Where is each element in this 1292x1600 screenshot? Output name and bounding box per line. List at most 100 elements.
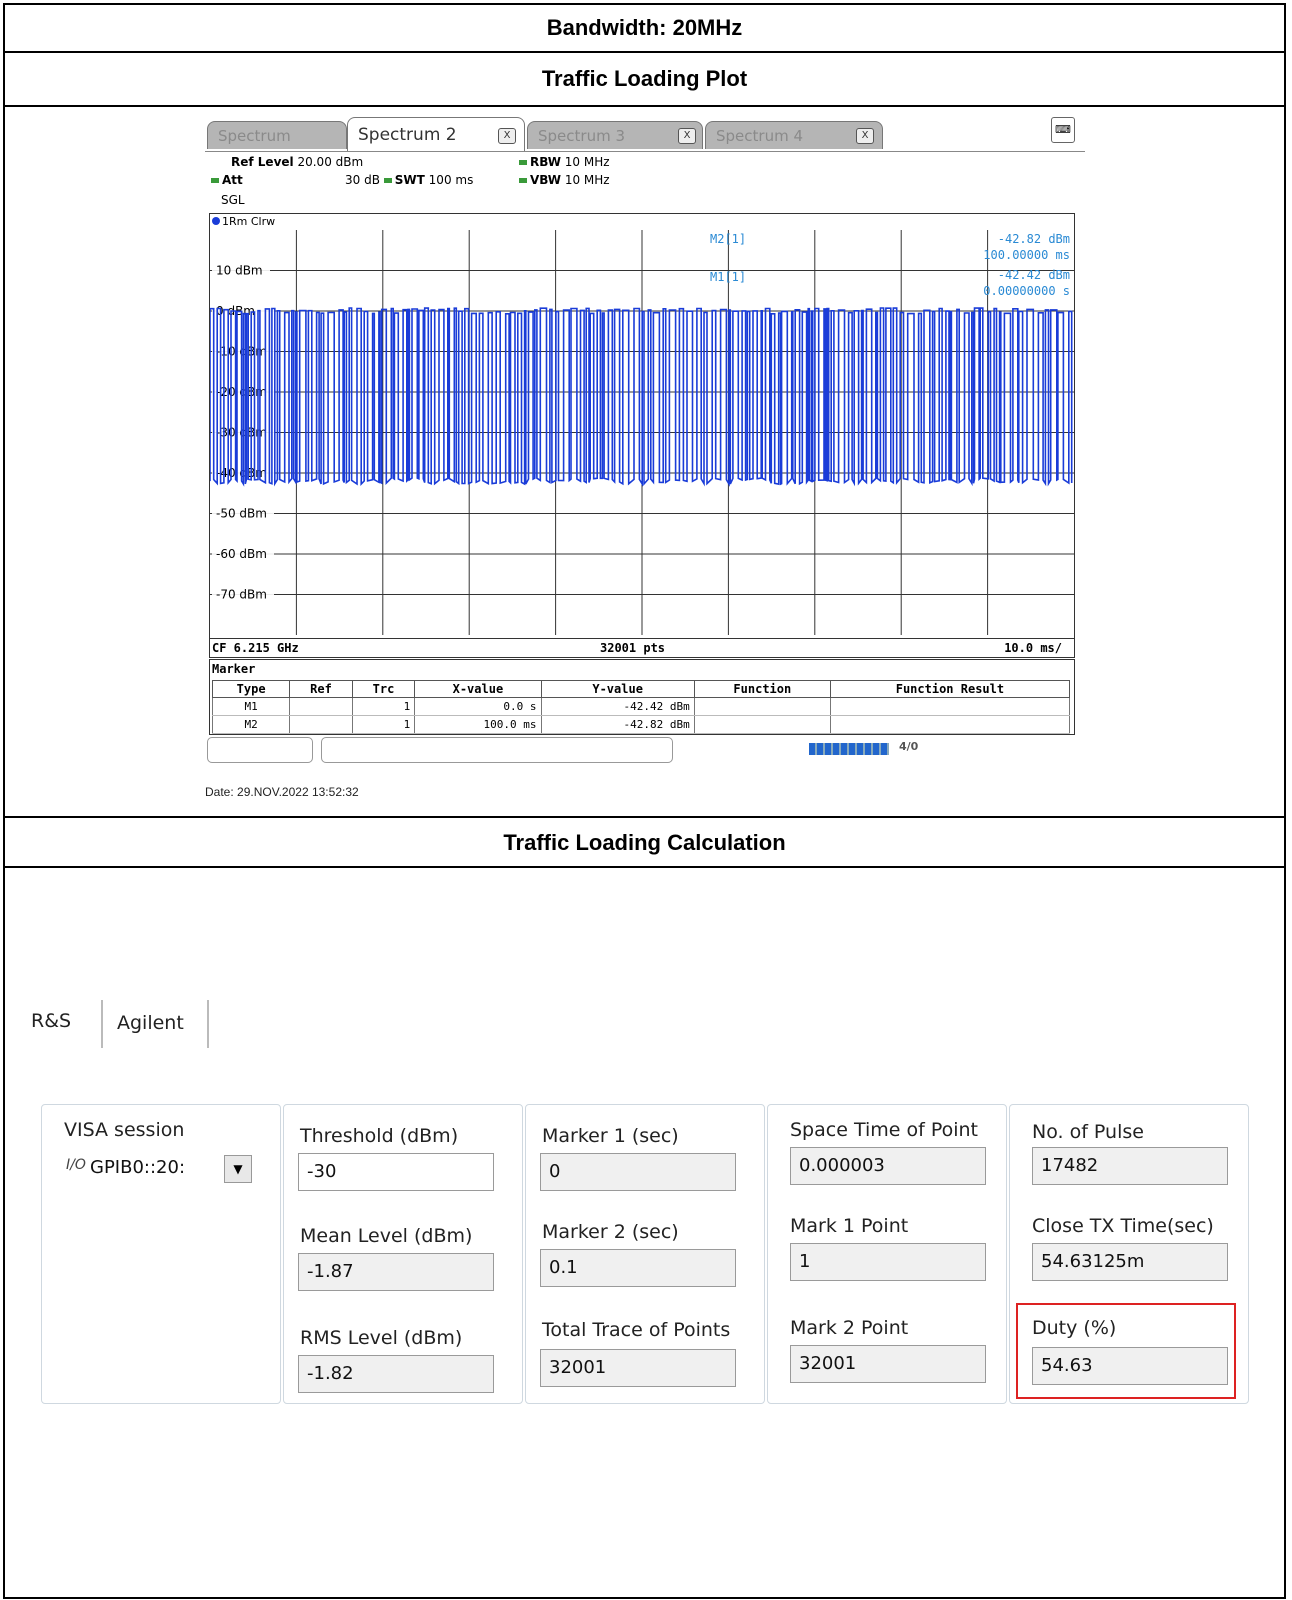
table-row: M1 1 0.0 s -42.42 dBm — [211, 697, 1071, 716]
trace-label: 1Rm Clrw — [212, 215, 275, 228]
points-panel: Space Time of Point 0.000003 Mark 1 Poin… — [767, 1104, 1007, 1404]
att-value: 30 dB SWT 100 ms — [345, 173, 474, 187]
table-cell: 1 — [351, 715, 416, 734]
trace-chart: 10 dBm0 dBm-10 dBm-20 dBm-30 dBm-40 dBm-… — [210, 230, 1074, 635]
status-field-2 — [321, 737, 673, 763]
y-tick-label: -60 dBm — [216, 547, 267, 561]
mark2-point-field: 32001 — [790, 1345, 986, 1383]
tab-spectrum-3[interactable]: Spectrum 3 X — [527, 121, 703, 149]
ref-level-info: Ref Level 20.00 dBm — [231, 155, 364, 169]
m2-name: M2[1] — [710, 232, 747, 246]
tab-spectrum[interactable]: Spectrum — [207, 121, 347, 149]
tab-agilent[interactable]: Agilent — [117, 1012, 184, 1034]
tab-label: Spectrum 3 — [538, 127, 625, 145]
plot-footer: CF 6.215 GHz 32001 pts 10.0 ms/ — [210, 638, 1074, 657]
rbw-info: RBW 10 MHz — [519, 155, 610, 169]
marker-table-header: Type — [211, 680, 291, 698]
visa-panel: VISA session I/O GPIB0::20: ▼ — [41, 1104, 281, 1404]
m1-name: M1[1] — [710, 270, 747, 284]
measurement-progress-bar — [809, 743, 889, 755]
tab-label: Spectrum 4 — [716, 127, 803, 145]
tab-label: Spectrum 2 — [358, 125, 457, 145]
sgl-indicator: SGL — [221, 193, 245, 207]
total-trace-field: 32001 — [540, 1349, 736, 1387]
marker1-field: 0 — [540, 1153, 736, 1191]
calc-title-header: Traffic Loading Calculation — [5, 816, 1284, 868]
pulse-count-label: No. of Pulse — [1032, 1121, 1144, 1143]
tab-spectrum-4[interactable]: Spectrum 4 X — [705, 121, 883, 149]
visa-session-select[interactable]: I/O GPIB0::20: ▼ — [64, 1151, 256, 1187]
threshold-label: Threshold (dBm) — [300, 1125, 459, 1147]
status-field-1 — [207, 737, 313, 763]
pulse-count-field: 17482 — [1032, 1147, 1228, 1185]
table-cell: 100.0 ms — [414, 715, 542, 734]
close-icon[interactable]: X — [498, 128, 516, 144]
result-panel: No. of Pulse 17482 Close TX Time(sec) 54… — [1009, 1104, 1249, 1404]
marker-table-header: Y-value — [540, 680, 695, 698]
vbw-info: VBW 10 MHz — [519, 173, 610, 187]
duty-field: 54.63 — [1032, 1347, 1228, 1385]
m1-level: -42.42 dBm — [997, 268, 1070, 282]
time-per-div: 10.0 ms/ — [1004, 641, 1062, 655]
marker-table-header: Function Result — [829, 680, 1071, 698]
trace-plot: 1Rm Clrw 10 dBm 0 dBm -10 dBm -20 dBm -30 dB… — [209, 213, 1075, 658]
table-cell — [829, 697, 1071, 716]
close-icon[interactable]: X — [678, 128, 696, 144]
threshold-panel: Threshold (dBm) -30 Mean Level (dBm) -1.… — [283, 1104, 523, 1404]
io-icon: I/O — [66, 1157, 86, 1173]
duty-label: Duty (%) — [1032, 1317, 1117, 1339]
analyzer-tab-bar: Spectrum Spectrum 2 X Spectrum 3 X Spectru… — [205, 115, 1085, 152]
y-tick-label: 10 dBm — [216, 264, 263, 278]
mark1-point-field: 1 — [790, 1243, 986, 1281]
close-icon[interactable]: X — [856, 128, 874, 144]
table-cell: -42.82 dBm — [540, 715, 695, 734]
att-info: Att — [211, 173, 243, 187]
tab-rs[interactable]: R&S — [31, 1010, 71, 1032]
marker-table: Marker Type Ref Trc X-value Y-value Function F… — [209, 659, 1075, 735]
table-cell — [289, 715, 353, 734]
table-cell — [829, 715, 1071, 734]
total-trace-label: Total Trace of Points — [542, 1319, 731, 1341]
tab-divider — [207, 1000, 209, 1048]
m2-time: 100.00000 ms — [983, 248, 1070, 262]
close-tx-label: Close TX Time(sec) — [1032, 1215, 1214, 1237]
table-cell: 1 — [351, 697, 416, 716]
table-cell: M2 — [211, 715, 291, 734]
table-cell: M1 — [211, 697, 291, 716]
m2-level: -42.82 dBm — [997, 232, 1070, 246]
marker-table-title: Marker — [212, 662, 256, 676]
close-tx-field: 54.63125m — [1032, 1243, 1228, 1281]
marker-table-header: Ref — [289, 680, 353, 698]
pulse-trace — [210, 307, 1073, 487]
table-row: M2 1 100.0 ms -42.82 dBm — [211, 715, 1071, 734]
keyboard-icon[interactable]: ⌨ — [1051, 117, 1075, 143]
space-time-field: 0.000003 — [790, 1147, 986, 1185]
spectrum-analyzer-screenshot: Spectrum Spectrum 2 X Spectrum 3 X Spectru… — [205, 115, 1085, 815]
mean-level-label: Mean Level (dBm) — [300, 1225, 473, 1247]
marker2-label: Marker 2 (sec) — [542, 1221, 679, 1243]
mean-level-field: -1.87 — [298, 1253, 494, 1291]
threshold-input[interactable]: -30 — [298, 1153, 494, 1191]
space-time-label: Space Time of Point — [790, 1119, 979, 1141]
marker2-field: 0.1 — [540, 1249, 736, 1287]
mark2-point-label: Mark 2 Point — [790, 1317, 909, 1339]
chevron-down-icon[interactable]: ▼ — [224, 1155, 252, 1183]
tab-divider — [101, 1000, 103, 1048]
mark1-point-label: Mark 1 Point — [790, 1215, 909, 1237]
rms-level-label: RMS Level (dBm) — [300, 1327, 463, 1349]
traffic-loading-calculator: R&S Agilent VISA session I/O GPIB0::20: … — [5, 870, 1285, 1600]
table-cell: 0.0 s — [414, 697, 542, 716]
marker1-label: Marker 1 (sec) — [542, 1125, 679, 1147]
report-table: Bandwidth: 20MHz Traffic Loading Plot Sp… — [3, 3, 1286, 1599]
marker-table-header: Trc — [351, 680, 416, 698]
marker-panel: Marker 1 (sec) 0 Marker 2 (sec) 0.1 Tota… — [525, 1104, 765, 1404]
marker-table-header: X-value — [414, 680, 542, 698]
visa-value: GPIB0::20: — [90, 1157, 186, 1178]
visa-label: VISA session — [64, 1119, 185, 1141]
trace-dot-icon — [212, 217, 220, 225]
capture-date: Date: 29.NOV.2022 13:52:32 — [205, 785, 359, 799]
y-tick-label: -70 dBm — [216, 588, 267, 602]
plot-title-header: Traffic Loading Plot — [5, 53, 1284, 107]
tab-spectrum-2[interactable]: Spectrum 2 X — [347, 117, 525, 151]
m1-time: 0.00000000 s — [983, 284, 1070, 298]
